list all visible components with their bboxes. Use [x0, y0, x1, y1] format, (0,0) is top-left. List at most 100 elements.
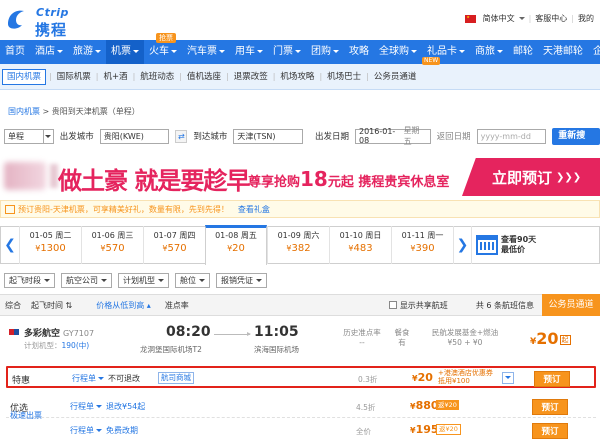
subnav-international[interactable]: 国际机票 [53, 64, 95, 90]
lowest-price-calendar-button[interactable]: 查看90天 最低价 [471, 226, 539, 264]
sort-price-asc[interactable]: 价格从低到高 ▴ [91, 300, 156, 311]
nav-car[interactable]: 用车 [230, 40, 268, 64]
refund-rule[interactable]: 不可退改 [108, 373, 140, 384]
filter-aircraft[interactable]: 计划机型 [118, 272, 169, 288]
subnav-civil-servant[interactable]: 公务员通道 [370, 64, 421, 90]
sort-departure-time[interactable]: 起飞时间 ⇅ [26, 300, 77, 311]
subnav-new-badge: NEW [422, 57, 441, 65]
filter-airline[interactable]: 航空公司 [61, 272, 112, 288]
my-account-link[interactable]: 我的 [578, 13, 594, 24]
date-cell[interactable]: 01-05 周二 ¥1300 [19, 226, 81, 264]
return-date-input[interactable]: yyyy-mm-dd [476, 128, 547, 144]
departure-airport: 龙洞堡国际机场T2 [140, 345, 202, 354]
nav-travel[interactable]: 旅游 [68, 40, 106, 64]
subnav-refund[interactable]: 退票改签 [230, 64, 272, 90]
date-cell[interactable]: 01-11 周一 ¥390 [391, 226, 453, 264]
book-button[interactable]: 预订 [532, 423, 568, 439]
filter-cabin[interactable]: 舱位 [175, 272, 210, 288]
nav-business[interactable]: 商旅 [470, 40, 508, 64]
discount: 4.5折 [356, 403, 376, 412]
fare-price: ¥20 [412, 371, 433, 384]
logo-text-en: Ctrip [36, 6, 69, 19]
banner-book-now-button[interactable]: 立即预订 ❯❯❯ [462, 158, 600, 196]
nav-cruise[interactable]: 邮轮 [508, 40, 538, 64]
language-switch[interactable]: 简体中文 [483, 13, 515, 24]
date-cell-selected[interactable]: 01-08 周五 ¥20 [205, 224, 267, 265]
nav-tickets[interactable]: 门票 [268, 40, 306, 64]
arrival-time: 11:05 [254, 324, 299, 340]
checkbox[interactable] [388, 301, 397, 309]
arrive-label: 到达城市 [193, 132, 228, 142]
date-cell[interactable]: 01-09 周六 ¥382 [267, 226, 329, 264]
book-button[interactable]: 预订 [532, 399, 568, 415]
subnav-checkin[interactable]: 值机选座 [183, 64, 225, 90]
nav-tiangang-cruise[interactable]: 天港邮轮 [538, 40, 588, 64]
lowest-price: ¥20 起 [530, 329, 571, 348]
view-gift-link[interactable]: 查看礼盒 [238, 204, 270, 215]
trip-type-select[interactable]: 单程 [4, 128, 54, 144]
depart-date-input[interactable]: 2016-01-08 星期五 [354, 126, 431, 146]
search-button[interactable]: 重新搜索 [552, 127, 600, 158]
logo-text-cn: 携程 [35, 21, 68, 39]
prev-dates-icon[interactable]: ❮ [1, 226, 19, 264]
chevron-down-icon [256, 278, 262, 282]
sort-ontime[interactable]: 准点率 [160, 300, 194, 311]
chevron-down-icon [219, 49, 225, 53]
refund-rule[interactable]: 免费改期 [106, 425, 138, 436]
next-dates-icon[interactable]: ❯ [453, 226, 471, 264]
aircraft-info: 计划机型：190(中) [24, 341, 90, 350]
refund-rule[interactable]: 退改¥54起 [106, 401, 145, 412]
filter-departure-time[interactable]: 起飞时段 [4, 272, 55, 288]
itinerary-dropdown[interactable]: 行程单 [70, 425, 102, 436]
subnav-flight-status[interactable]: 航班动态 [136, 64, 178, 90]
cashback-badge: 返¥20 [436, 400, 459, 410]
chevron-down-icon [133, 49, 139, 53]
aircraft-type-link[interactable]: 190(中) [62, 341, 90, 350]
dolphin-logo-icon [8, 10, 24, 29]
date-price-strip: ❮ 01-05 周二 ¥1300 01-06 周三 ¥570 01-07 周四 ¥57… [0, 224, 600, 265]
arrive-city-input[interactable]: 天津(TSN) [233, 128, 303, 144]
nav-flights[interactable]: 机票 [106, 40, 144, 64]
ctrip-logo[interactable]: Ctrip 携程 [6, 6, 86, 39]
subnav-airport-guide[interactable]: 机场攻略 [276, 64, 318, 90]
sort-overall[interactable]: 综合 [0, 300, 26, 311]
chevron-down-icon [411, 49, 417, 53]
airline-mall-tag[interactable]: 航司商城 [158, 372, 194, 384]
nav-guides[interactable]: 攻略 [344, 40, 374, 64]
service-center-link[interactable]: 客服中心 [535, 13, 567, 24]
subnav-airport-bus[interactable]: 机场巴士 [323, 64, 365, 90]
addon-dropdown-icon[interactable] [502, 372, 514, 384]
date-label: 出发日期 [314, 132, 349, 142]
nav-train[interactable]: 火车 [144, 40, 182, 64]
airline-name: 多彩航空 GY7107 [24, 329, 95, 339]
nav-enterprise[interactable]: 企 [588, 40, 600, 64]
nav-groupbuy[interactable]: 团购 [306, 40, 344, 64]
subnav-flight-hotel[interactable]: 机+酒 [99, 64, 131, 90]
top-header: Ctrip 携程 简体中文 | 客服中心 | 我的 [0, 0, 600, 40]
depart-city-input[interactable]: 贵阳(KWE) [99, 128, 170, 144]
itinerary-dropdown[interactable]: 行程单 [70, 401, 102, 412]
departure-time: 08:20 [166, 324, 211, 340]
date-cell[interactable]: 01-07 周四 ¥570 [143, 226, 205, 264]
date-cell[interactable]: 01-10 周日 ¥483 [329, 226, 391, 264]
meal-info: 餐食有 [394, 328, 410, 347]
sort-bar: 综合 起飞时间 ⇅ 价格从低到高 ▴ 准点率 显示共享航班 共 6 条航班信息 … [0, 294, 600, 316]
itinerary-dropdown[interactable]: 行程单 [72, 373, 104, 384]
show-shared-flights-toggle[interactable]: 显示共享航班 [384, 300, 453, 311]
filter-receipt[interactable]: 报销凭证 [216, 272, 267, 288]
nav-bus[interactable]: 汽车票 [182, 40, 230, 64]
promo-banner[interactable]: 做土豪 就是要趁早 尊享抢购18元起 携程贵宾休息室 立即预订 ❯❯❯ [0, 158, 600, 196]
swap-cities-icon[interactable]: ⇄ [175, 129, 188, 143]
nav-home[interactable]: 首页 [0, 40, 30, 64]
date-cell[interactable]: 01-06 周三 ¥570 [81, 226, 143, 264]
book-button[interactable]: 预订 [534, 371, 570, 387]
civil-servant-channel-button[interactable]: 公务员通道 [542, 294, 600, 316]
nav-global-shop[interactable]: 全球购 [374, 40, 422, 64]
breadcrumb-root-link[interactable]: 国内机票 [8, 107, 40, 116]
sub-nav: 国内机票 | 国际机票 | 机+酒 | 航班动态 | 值机选座 | 退票改签 |… [0, 64, 600, 90]
banner-decoration [4, 162, 46, 190]
subnav-domestic[interactable]: 国内机票 [2, 68, 47, 85]
chevron-down-icon [199, 278, 205, 282]
nav-hotel[interactable]: 酒店 [30, 40, 68, 64]
airline-logo-icon [9, 329, 19, 335]
